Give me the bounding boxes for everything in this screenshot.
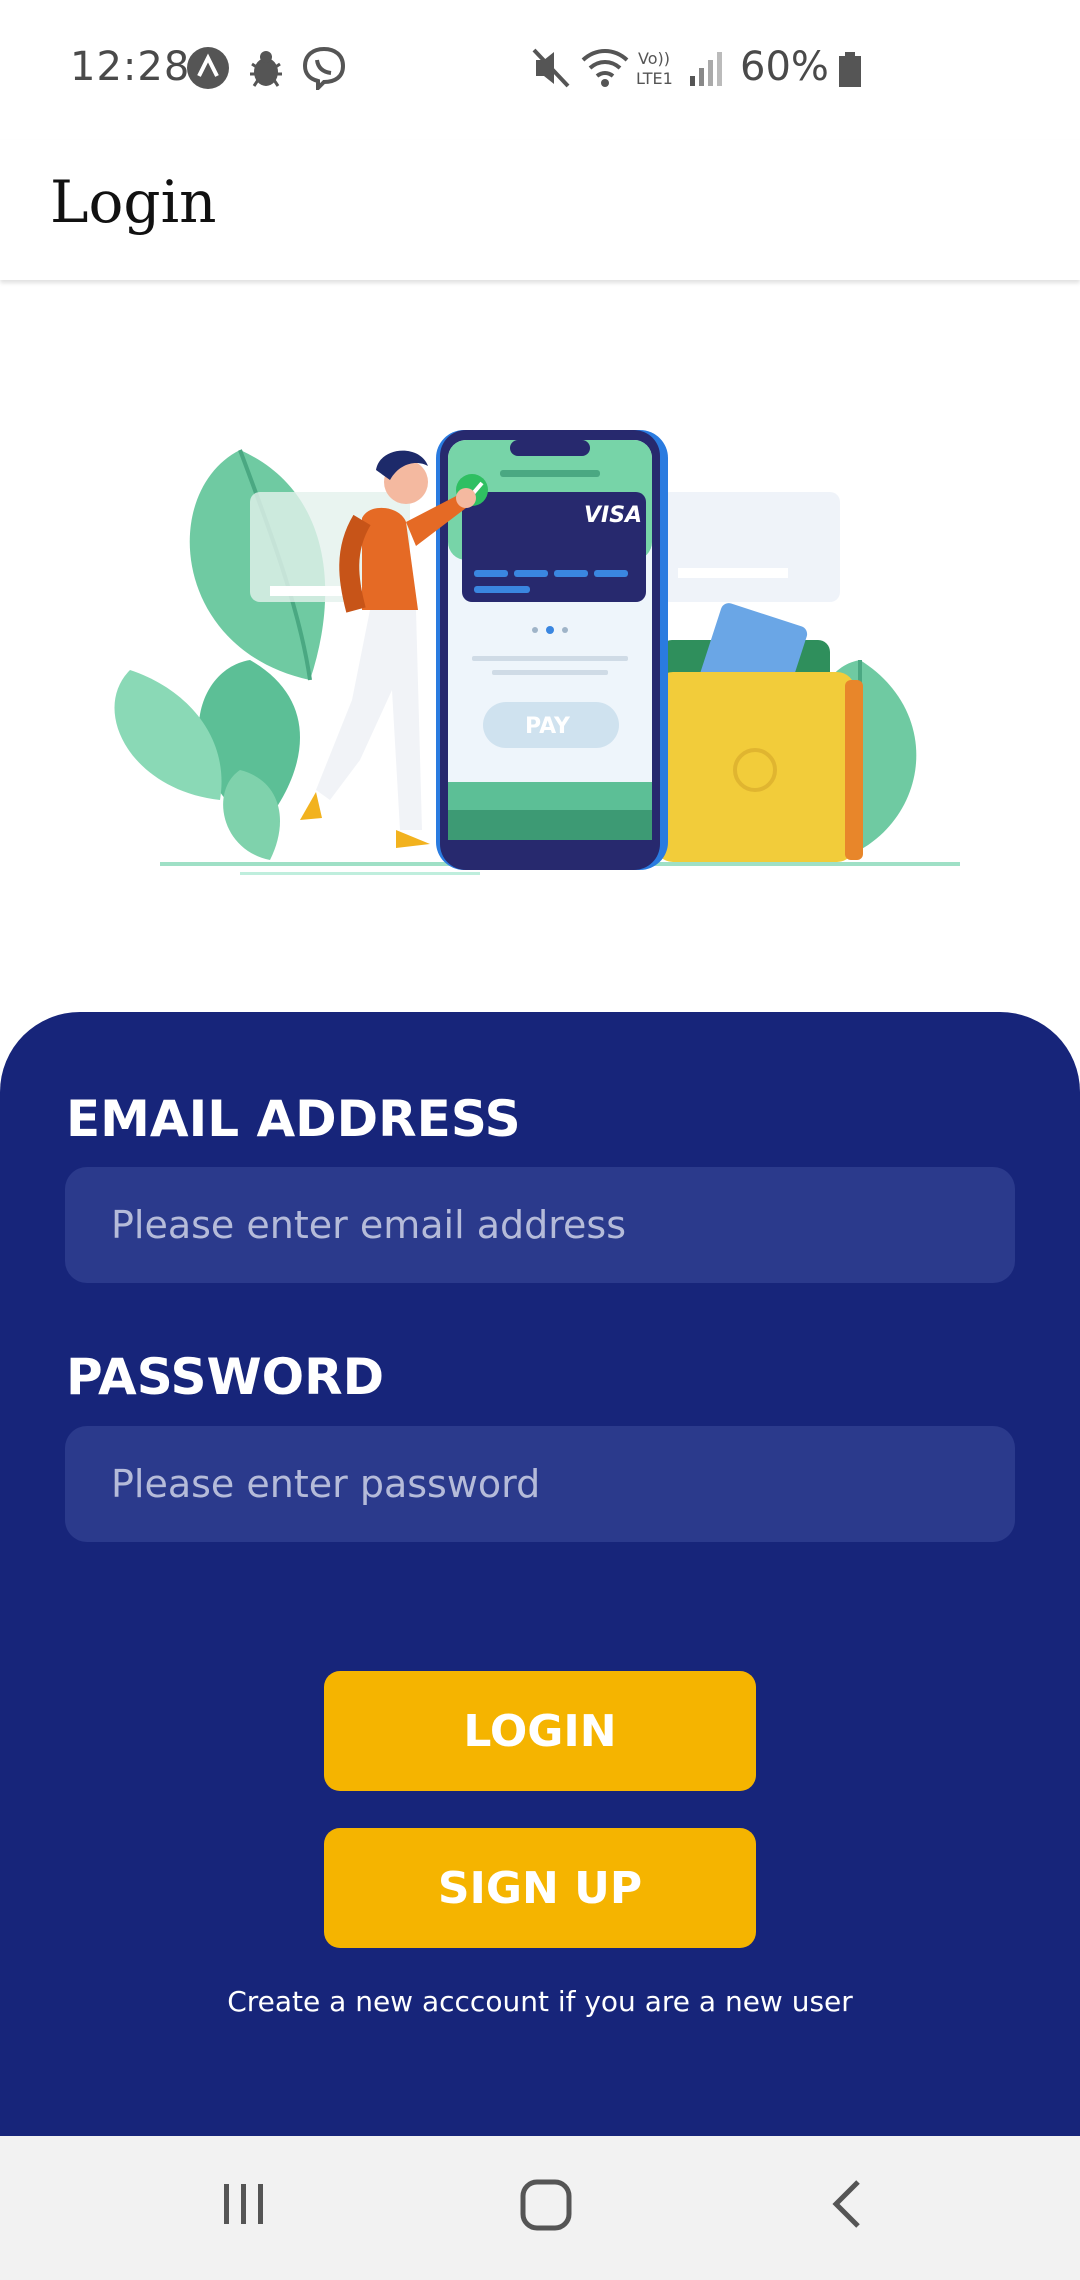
volte-icon: Vo)) LTE1 — [636, 48, 680, 92]
email-label: EMAIL ADDRESS — [66, 1090, 521, 1148]
status-bar: 12:28 Vo)) LTE1 60% — [0, 0, 1080, 140]
recents-icon[interactable] — [220, 2176, 268, 2236]
svg-text:LTE1: LTE1 — [636, 69, 673, 88]
visa-logo: VISA — [584, 503, 642, 528]
password-input[interactable] — [65, 1426, 1015, 1542]
mute-icon — [530, 46, 572, 94]
email-input[interactable] — [65, 1167, 1015, 1283]
app-bar: Login — [0, 140, 1080, 280]
app-a-icon — [186, 46, 230, 94]
navigation-bar — [0, 2136, 1080, 2280]
battery-icon — [838, 52, 862, 92]
wifi-icon — [580, 46, 630, 94]
status-time: 12:28 — [70, 44, 191, 90]
bug-icon — [244, 46, 288, 94]
payment-illustration: VISA PAY — [100, 410, 1000, 890]
password-label: PASSWORD — [66, 1348, 385, 1406]
home-icon[interactable] — [520, 2176, 572, 2236]
signup-button[interactable]: SIGN UP — [324, 1828, 756, 1948]
login-button[interactable]: LOGIN — [324, 1671, 756, 1791]
battery-percent: 60% — [740, 44, 829, 90]
back-icon[interactable] — [828, 2176, 868, 2236]
svg-text:Vo)): Vo)) — [638, 49, 670, 68]
signal-icon — [688, 46, 724, 94]
pay-label: PAY — [525, 714, 571, 739]
signup-helper-text: Create a new acccount if you are a new u… — [227, 1985, 853, 2018]
page-title: Login — [50, 168, 217, 236]
viber-icon — [302, 46, 346, 94]
